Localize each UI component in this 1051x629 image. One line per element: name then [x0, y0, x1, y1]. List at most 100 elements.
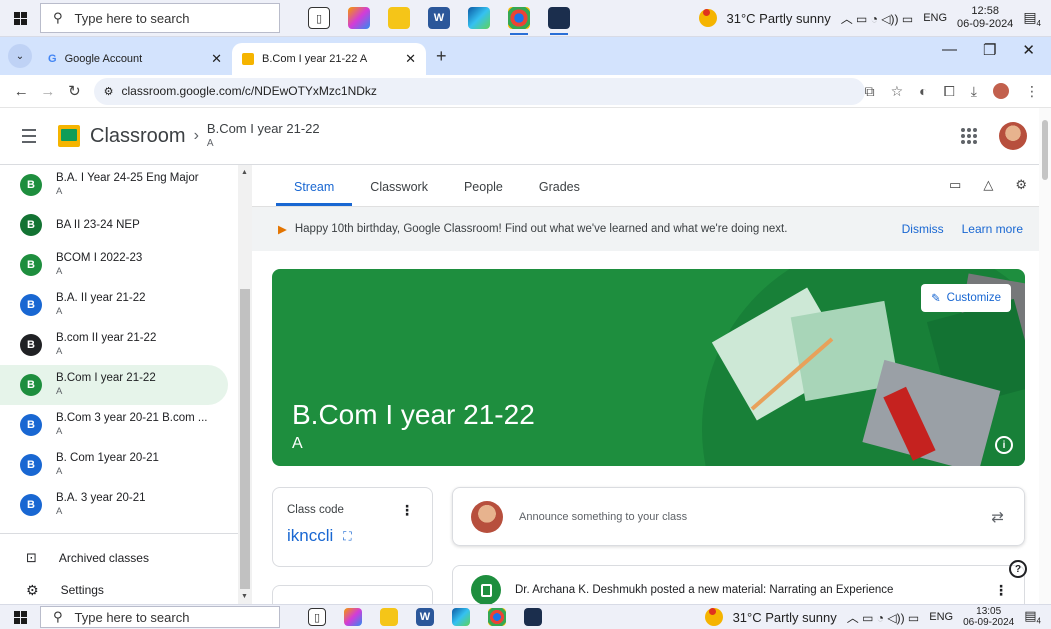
tab-grades[interactable]: Grades: [521, 180, 598, 206]
calendar-icon[interactable]: ▭: [949, 177, 961, 193]
bookmark-star-icon[interactable]: ☆: [891, 83, 904, 100]
sidebar-class-item[interactable]: B B.Com I year 21-22 A: [0, 365, 228, 405]
sidebar-scroll-thumb[interactable]: [240, 289, 250, 589]
reload-icon[interactable]: ↻: [63, 82, 86, 100]
classroom-logo-icon[interactable]: [58, 125, 80, 147]
word-icon[interactable]: W: [428, 7, 450, 29]
announce-box[interactable]: Announce something to your class ⇄: [452, 487, 1025, 546]
file-explorer-icon[interactable]: [380, 608, 398, 626]
page-scroll-thumb[interactable]: [1042, 120, 1048, 180]
class-settings-gear-icon[interactable]: ⚙: [1015, 177, 1027, 193]
chrome-icon[interactable]: [488, 608, 506, 626]
forward-icon[interactable]: →: [37, 83, 60, 100]
task-view-icon[interactable]: ▯: [308, 608, 326, 626]
account-avatar[interactable]: [999, 122, 1027, 150]
browser-tab-google-account[interactable]: G Google Account ✕: [38, 43, 232, 75]
more-vert-icon[interactable]: ⋮: [400, 502, 414, 519]
extensions-puzzle-icon[interactable]: ⧠: [944, 83, 955, 100]
notification-icon[interactable]: ▤4: [1023, 9, 1041, 28]
weather-icon[interactable]: [698, 9, 717, 27]
chrome-icon[interactable]: [508, 7, 530, 35]
open-in-app-icon[interactable]: ⧉: [865, 83, 875, 100]
classroom-header: Classroom › B.Com I year 21-22 A: [0, 108, 1051, 165]
sidebar-class-item[interactable]: B B.A. II year 21-22 A: [0, 285, 228, 325]
minimize-icon[interactable]: —: [942, 41, 957, 59]
tab-classwork[interactable]: Classwork: [352, 180, 446, 206]
weather-text[interactable]: 31°C Partly sunny: [733, 610, 837, 625]
extension-icon[interactable]: ◐: [919, 83, 927, 99]
url-input[interactable]: ⚙ classroom.google.com/c/NDEwOTYxMzc1NDk…: [93, 77, 865, 105]
post-more-icon[interactable]: ⋮: [994, 582, 1008, 599]
weather-text[interactable]: 31°C Partly sunny: [727, 11, 831, 26]
banner-text: Happy 10th birthday, Google Classroom! F…: [294, 223, 788, 235]
site-info-icon[interactable]: ⚙: [104, 85, 114, 98]
weather-icon[interactable]: [704, 608, 723, 626]
close-window-icon[interactable]: ✕: [1022, 41, 1035, 59]
sidebar-class-item[interactable]: B B.com II year 21-22 A: [0, 325, 228, 365]
taskbar-search-input[interactable]: ⚲ Type here to search: [40, 3, 280, 33]
google-apps-icon[interactable]: [961, 128, 977, 144]
edge-icon[interactable]: [452, 608, 470, 626]
class-code-card: Class code ⋮ iknccli ⛶: [272, 487, 433, 567]
learn-more-link[interactable]: Learn more: [962, 222, 1023, 236]
fullscreen-icon[interactable]: ⛶: [343, 529, 351, 544]
sidebar-class-item[interactable]: B B. Com 1year 20-21 A: [0, 445, 228, 485]
close-tab-icon[interactable]: ✕: [405, 51, 416, 67]
help-icon[interactable]: ?: [1009, 560, 1027, 578]
new-tab-button[interactable]: +: [436, 46, 447, 67]
tab-people[interactable]: People: [446, 180, 521, 206]
sidebar-scrollbar[interactable]: ▲ ▼: [238, 165, 252, 604]
app-title[interactable]: Classroom: [90, 125, 186, 148]
sidebar-item-settings[interactable]: ⚙ Settings: [0, 574, 252, 604]
task-view-icon[interactable]: ▯: [308, 7, 330, 29]
copilot-icon[interactable]: [348, 7, 370, 29]
browser-menu-icon[interactable]: ⋮: [1025, 83, 1039, 100]
back-icon[interactable]: ←: [10, 83, 33, 100]
scroll-down-icon[interactable]: ▼: [241, 593, 248, 600]
tab-stream[interactable]: Stream: [276, 180, 353, 206]
system-tray-icons[interactable]: ︿ ▭ ◔ ◁)) ▭: [847, 609, 919, 626]
taskbar-search-input[interactable]: ⚲ Type here to search: [40, 606, 280, 628]
language-indicator[interactable]: ENG: [929, 611, 953, 623]
sidebar-class-item[interactable]: B B.A. I Year 24-25 Eng Major A: [0, 165, 228, 205]
stream-post[interactable]: Dr. Archana K. Deshmukh posted a new mat…: [452, 565, 1025, 604]
tab-search-icon[interactable]: ⌄: [8, 44, 32, 68]
copilot-icon[interactable]: [344, 608, 362, 626]
clock[interactable]: 12:58 06-09-2024: [957, 5, 1013, 31]
drive-icon[interactable]: △: [983, 177, 993, 193]
sidebar-class-item[interactable]: B BA II 23-24 NEP: [0, 205, 228, 245]
sidebar-class-item[interactable]: B B.Com 3 year 20-21 B.com ... A: [0, 405, 228, 445]
class-name: BCOM I 2022-23: [56, 252, 143, 264]
info-icon[interactable]: i: [995, 436, 1013, 454]
repost-icon[interactable]: ⇄: [991, 508, 1004, 526]
taskbar-search-placeholder: Type here to search: [74, 10, 190, 26]
notification-icon[interactable]: ▤4: [1024, 608, 1041, 626]
system-tray-icons[interactable]: ︿ ▭ ◔ ◁)) ▭: [841, 10, 913, 27]
dismiss-button[interactable]: Dismiss: [902, 222, 944, 236]
breadcrumb-class[interactable]: B.Com I year 21-22 A: [207, 121, 320, 151]
notification-count: 4: [1036, 616, 1041, 626]
customize-button[interactable]: ✎ Customize: [921, 284, 1011, 312]
user-avatar: [471, 500, 503, 533]
word-icon[interactable]: W: [416, 608, 434, 626]
taskbar-bottom: ⚲ Type here to search ▯ W 31°C Partly su…: [0, 604, 1051, 629]
restore-icon[interactable]: ❐: [983, 41, 996, 59]
media-app-icon[interactable]: [524, 608, 542, 626]
browser-tab-classroom[interactable]: B.Com I year 21-22 A ✕: [232, 43, 426, 75]
sidebar-class-item[interactable]: B BCOM I 2022-23 A: [0, 245, 228, 285]
sidebar-item-archived[interactable]: ⊡ Archived classes: [0, 542, 252, 574]
windows-start-icon[interactable]: [0, 11, 40, 25]
scroll-up-icon[interactable]: ▲: [241, 169, 248, 176]
close-tab-icon[interactable]: ✕: [211, 51, 222, 67]
page-scrollbar[interactable]: [1039, 108, 1051, 604]
sidebar-class-item[interactable]: B B.A. 3 year 20-21 A: [0, 485, 228, 525]
language-indicator[interactable]: ENG: [923, 12, 947, 24]
media-app-icon[interactable]: [548, 7, 570, 35]
clock[interactable]: 13:05 06-09-2024: [963, 606, 1014, 628]
main-menu-icon[interactable]: [0, 129, 58, 143]
profile-avatar-icon[interactable]: [993, 83, 1009, 99]
edge-icon[interactable]: [468, 7, 490, 29]
windows-start-icon[interactable]: [0, 610, 40, 624]
download-icon[interactable]: ⤓: [971, 83, 977, 100]
file-explorer-icon[interactable]: [388, 7, 410, 29]
